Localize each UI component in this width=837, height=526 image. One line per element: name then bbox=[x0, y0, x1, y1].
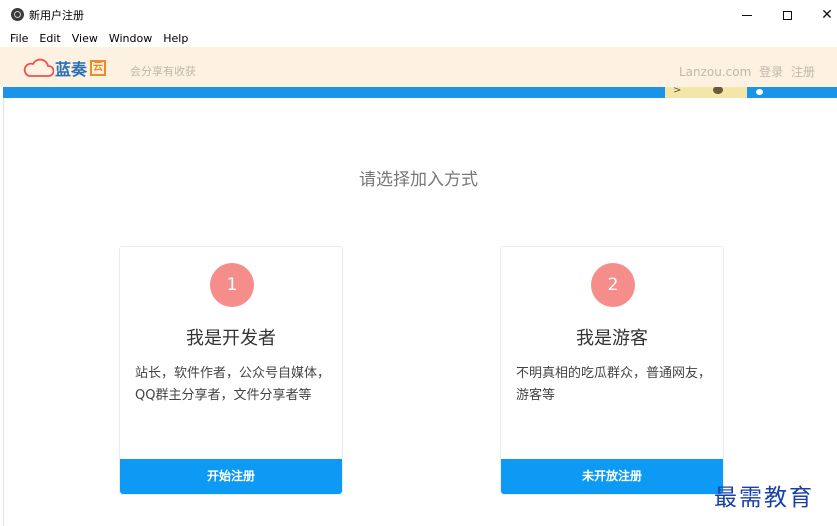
developer-card: 1 我是开发者 站长，软件作者，公众号自媒体，QQ群主分享者，文件分享者等 开始… bbox=[119, 246, 343, 495]
register-link[interactable]: 注册 bbox=[791, 65, 815, 79]
close-icon: ✕ bbox=[821, 7, 833, 23]
app-icon bbox=[11, 8, 24, 21]
step-badge-1: 1 bbox=[210, 263, 254, 307]
guest-card-title: 我是游客 bbox=[576, 328, 648, 349]
banner-strip: > bbox=[3, 87, 837, 98]
logo-text: 蓝奏 bbox=[55, 60, 88, 79]
login-link[interactable]: 登录 bbox=[759, 65, 783, 79]
page-heading: 请选择加入方式 bbox=[359, 170, 478, 190]
menu-window[interactable]: Window bbox=[105, 32, 156, 45]
mascot-beak-icon: > bbox=[673, 87, 682, 96]
site-domain-link[interactable]: Lanzou.com bbox=[679, 65, 751, 79]
menu-file[interactable]: File bbox=[6, 32, 32, 45]
site-slogan: 会分享有收获 bbox=[130, 65, 196, 78]
maximize-icon bbox=[782, 10, 792, 20]
site-logo[interactable]: 蓝奏 云 bbox=[22, 58, 107, 79]
header-links: Lanzou.com 登录 注册 bbox=[679, 63, 815, 80]
start-register-button[interactable]: 开始注册 bbox=[120, 459, 342, 494]
step-badge-2: 2 bbox=[591, 263, 635, 307]
title-bar: 新用户注册 ✕ bbox=[0, 0, 837, 30]
menu-view[interactable]: View bbox=[68, 32, 102, 45]
site-header: 蓝奏 云 会分享有收获 Lanzou.com 登录 注册 bbox=[0, 47, 837, 87]
guest-card-description: 不明真相的吃瓜群众，普通网友，游客等 bbox=[516, 366, 712, 403]
decorative-dot bbox=[756, 89, 763, 95]
developer-card-title: 我是开发者 bbox=[186, 328, 276, 349]
guest-card: 2 我是游客 不明真相的吃瓜群众，普通网友，游客等 未开放注册 bbox=[500, 246, 724, 495]
maximize-button[interactable] bbox=[767, 0, 807, 30]
cloud-icon bbox=[23, 58, 54, 77]
window-title: 新用户注册 bbox=[29, 9, 84, 22]
logo-badge: 云 bbox=[90, 60, 107, 76]
watermark-text: 最需教育 bbox=[714, 485, 814, 511]
guest-register-button[interactable]: 未开放注册 bbox=[501, 459, 723, 494]
close-button[interactable]: ✕ bbox=[807, 0, 837, 30]
minimize-button[interactable] bbox=[727, 0, 767, 30]
menu-edit[interactable]: Edit bbox=[35, 32, 64, 45]
menu-help[interactable]: Help bbox=[159, 32, 192, 45]
minimize-icon bbox=[742, 14, 752, 16]
menu-bar: File Edit View Window Help bbox=[0, 30, 837, 47]
developer-card-description: 站长，软件作者，公众号自媒体，QQ群主分享者，文件分享者等 bbox=[135, 366, 331, 403]
